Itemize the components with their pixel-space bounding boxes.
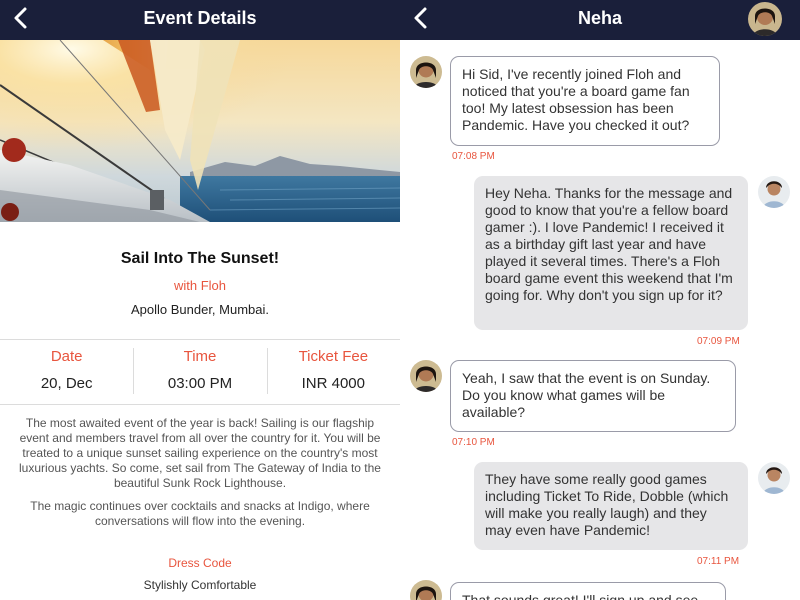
divider [0,404,400,405]
stat-date: Date 20, Dec [0,340,133,404]
message-bubble-outgoing[interactable]: Hey Neha. Thanks for the message and goo… [474,176,748,330]
message-bubble-incoming[interactable]: Hi Sid, I've recently joined Floh and no… [450,56,720,146]
message-time: 07:08 PM [452,151,495,162]
stat-time-value: 03:00 PM [167,375,233,392]
event-details-screen: Event Details Sail Into The Sunset! with… [0,0,400,600]
dress-code-label: Dress Code [168,556,232,570]
event-description: The most awaited event of the year is ba… [19,416,381,490]
message-bubble-outgoing[interactable]: They have some really good games includi… [474,462,748,550]
page-title: Event Details [143,8,257,28]
event-title: Sail Into The Sunset! [120,250,280,267]
event-hero-image [0,40,400,222]
neha-avatar [410,580,442,600]
dress-code-value: Stylishly Comfortable [143,578,257,592]
event-host[interactable]: with Floh [0,278,400,293]
stat-ticket-fee-value: INR 4000 [301,375,365,392]
contact-avatar[interactable] [748,2,782,36]
chat-header: Neha [400,0,800,40]
stat-ticket-fee-label: Ticket Fee [298,348,369,365]
message-bubble-incoming[interactable]: Yeah, I saw that the event is on Sunday.… [450,360,736,432]
message-time: 07:11 PM [697,556,740,567]
chat-screen: Neha Hi Sid, I've recently joined Floh a… [400,0,800,600]
event-location: Apollo Bunder, Mumbai. [130,302,270,317]
event-header: Event Details [0,0,400,40]
message-bubble-incoming[interactable]: That sounds great! I'll sign up and see [450,582,726,600]
event-stats: Date 20, Dec Time 03:00 PM Ticket Fee IN… [0,340,400,404]
neha-avatar [410,56,442,88]
event-description-extra: The magic continues over cocktails and s… [30,499,370,528]
stat-ticket-fee: Ticket Fee INR 4000 [266,340,400,404]
stat-time: Time 03:00 PM [133,340,266,404]
stat-date-label: Date [50,348,83,365]
neha-avatar [410,360,442,392]
sid-avatar [758,176,790,208]
message-time: 07:09 PM [697,336,740,347]
stat-time-label: Time [183,348,217,365]
chat-contact-name: Neha [577,8,622,28]
sid-avatar [758,462,790,494]
message-time: 07:10 PM [452,437,495,448]
stat-date-value: 20, Dec [40,375,93,392]
